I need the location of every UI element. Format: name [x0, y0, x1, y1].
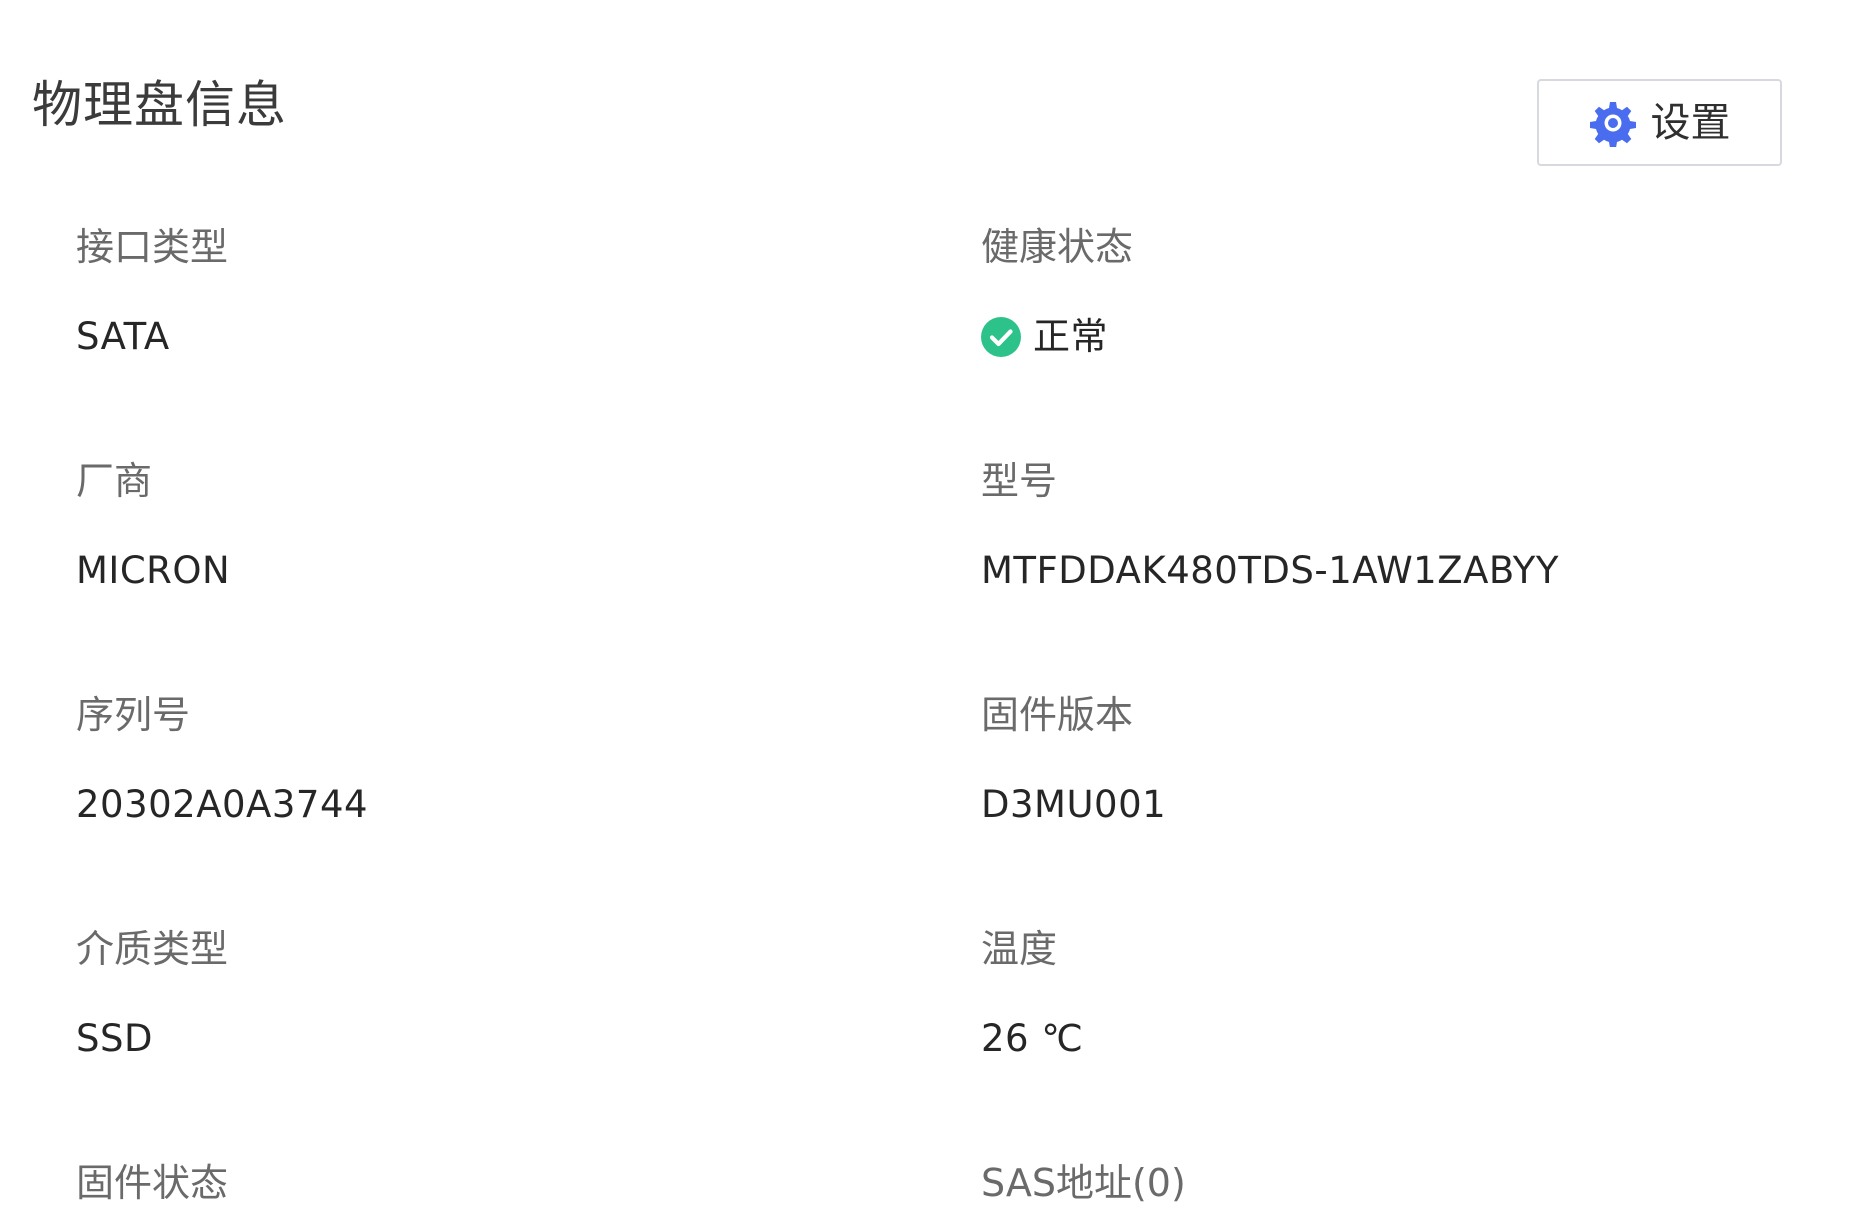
field-temperature: 温度 26 ℃: [981, 924, 1741, 1064]
gear-icon: [1589, 99, 1637, 148]
field-health-status: 健康状态 正常: [981, 222, 1741, 362]
firmware-version-value: D3MU001: [981, 783, 1167, 826]
media-type-value: SSD: [76, 1017, 153, 1060]
field-serial-number: 序列号 20302A0A3744: [76, 690, 836, 830]
interface-type-value: SATA: [76, 315, 170, 358]
sas-address-label: SAS地址(0): [981, 1161, 1186, 1205]
firmware-version-label: 固件版本: [981, 693, 1134, 737]
check-circle-icon: [981, 317, 1021, 357]
field-interface-type: 接口类型 SATA: [76, 222, 836, 362]
media-type-label: 介质类型: [76, 927, 229, 971]
page-title: 物理盘信息: [32, 76, 287, 134]
model-value: MTFDDAK480TDS-1AW1ZABYY: [981, 549, 1559, 592]
health-status-label: 健康状态: [981, 225, 1134, 269]
temperature-value: 26 ℃: [981, 1017, 1084, 1060]
settings-button-label: 设置: [1650, 99, 1731, 146]
health-status-text: 正常: [1033, 315, 1108, 358]
model-label: 型号: [981, 459, 1058, 503]
field-firmware-status: 固件状态: [76, 1158, 836, 1208]
field-vendor: 厂商 MICRON: [76, 456, 836, 596]
serial-number-label: 序列号: [76, 693, 191, 737]
field-model: 型号 MTFDDAK480TDS-1AW1ZABYY: [981, 456, 1741, 596]
vendor-label: 厂商: [76, 459, 153, 503]
field-firmware-version: 固件版本 D3MU001: [981, 690, 1741, 830]
firmware-status-label: 固件状态: [76, 1161, 229, 1205]
health-status-value: 正常: [981, 312, 1741, 362]
settings-button[interactable]: 设置: [1537, 79, 1782, 166]
field-sas-address: SAS地址(0): [981, 1158, 1741, 1208]
interface-type-label: 接口类型: [76, 225, 229, 269]
vendor-value: MICRON: [76, 549, 231, 592]
temperature-label: 温度: [981, 927, 1058, 971]
field-media-type: 介质类型 SSD: [76, 924, 836, 1064]
physical-disk-info-panel: 物理盘信息 设置 接口类型 SATA 健康状态 正常 厂商 MICRON 型号 …: [0, 0, 1858, 1209]
serial-number-value: 20302A0A3744: [76, 783, 369, 826]
